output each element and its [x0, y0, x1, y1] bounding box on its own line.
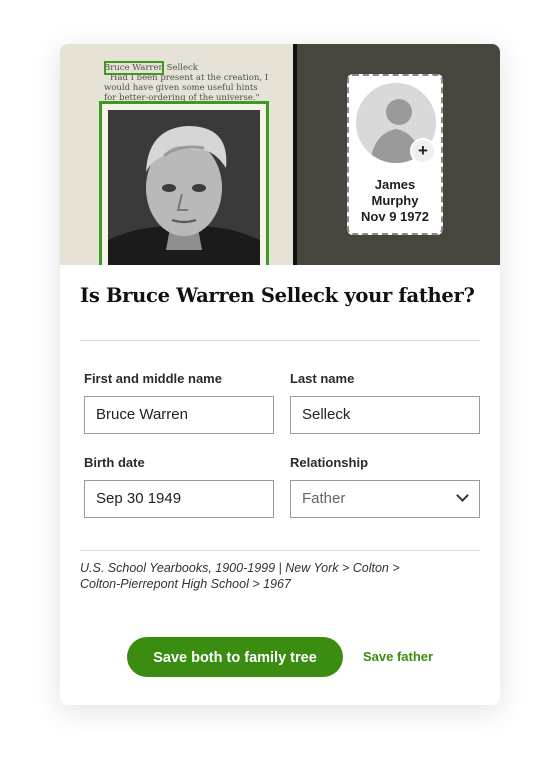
- save-both-button[interactable]: Save both to family tree: [127, 637, 343, 677]
- save-father-link[interactable]: Save father: [363, 637, 433, 677]
- relative-name: James Murphy: [349, 177, 441, 209]
- first-middle-name-label: First and middle name: [84, 371, 222, 386]
- hero-section: Bruce Warren Selleck Had I been present …: [60, 44, 500, 265]
- page-title: Is Bruce Warren Selleck your father?: [80, 284, 475, 307]
- relative-card[interactable]: + James Murphy Nov 9 1972: [347, 74, 443, 235]
- relative-first-name: James: [374, 177, 416, 192]
- yearbook-portrait: [108, 110, 260, 265]
- photo-highlight-frame: [99, 101, 269, 265]
- record-source-line: U.S. School Yearbooks, 1900-1999 | New Y…: [80, 561, 400, 575]
- divider: [80, 550, 480, 551]
- add-photo-button[interactable]: +: [410, 138, 436, 164]
- record-source: U.S. School Yearbooks, 1900-1999 | New Y…: [80, 560, 480, 592]
- chevron-down-icon: [456, 489, 469, 502]
- relative-birth-date: Nov 9 1972: [361, 209, 429, 224]
- birth-date-label: Birth date: [84, 455, 145, 470]
- relationship-select[interactable]: Father: [290, 480, 480, 518]
- first-middle-name-input[interactable]: Bruce Warren: [84, 396, 274, 434]
- portrait-drawing: [108, 110, 260, 265]
- relationship-card: Bruce Warren Selleck Had I been present …: [60, 44, 500, 705]
- last-name-label: Last name: [290, 371, 355, 386]
- last-name-input[interactable]: Selleck: [290, 396, 480, 434]
- name-highlight-box: [104, 61, 164, 75]
- relationship-label: Relationship: [290, 455, 369, 470]
- divider: [80, 340, 480, 341]
- relative-last-name: Murphy: [371, 193, 419, 208]
- yearbook-scan-image: Bruce Warren Selleck Had I been present …: [60, 44, 293, 265]
- record-source-line: Colton-Pierrepont High School > 1967: [80, 577, 291, 591]
- relationship-value: Father: [302, 490, 346, 507]
- scan-line: would have given some useful hints: [104, 83, 258, 93]
- birth-date-input[interactable]: Sep 30 1949: [84, 480, 274, 518]
